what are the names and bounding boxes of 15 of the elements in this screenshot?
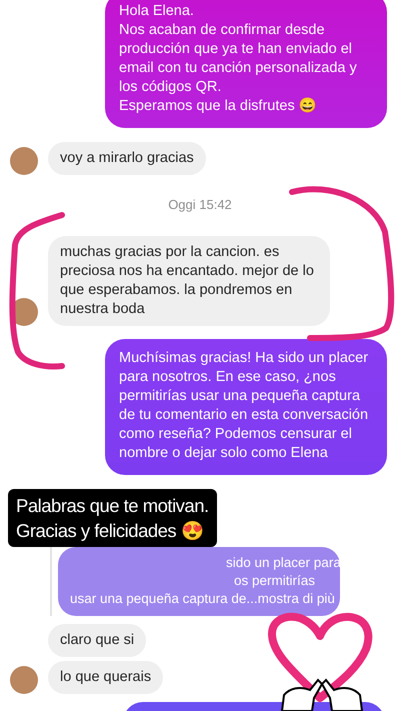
quoted-message[interactable]: sido un placer para os permitirías usar una pequeña captura de...mostra di più	[58, 547, 340, 616]
message-bubble: muchas gracias por la cancion. es preciosa nos ha encantado. mejor de lo que esperabamos. la pondremos en nuestra boda	[48, 236, 330, 326]
avatar[interactable]	[10, 147, 38, 175]
avatar[interactable]	[10, 666, 38, 694]
quoted-text: os permitirías	[234, 572, 316, 590]
message-bubble: Muchísimas gracias! Ha sido un placer para nosotros. En ese caso, ¿nos permitirías usar una pequeña captura de tu comentario en esta conversación como reseña? Podemos censurar el nombre o dejar solo como Elena	[105, 339, 387, 475]
quoted-text: usar una pequeña captura de...mostra di più	[70, 590, 335, 608]
message-bubble: Hola Elena. Nos acaban de confirmar desde producción que ya te han enviado el email con tu canción personalizada y los códigos QR. Esperamos que la disfrutes 😄	[105, 0, 387, 128]
message-bubble: voy a mirarlo gracias	[48, 142, 206, 175]
timestamp: Oggi 15:42	[167, 197, 233, 212]
quoted-text: sido un placer para	[226, 554, 341, 572]
message-bubble: claro que si	[48, 624, 146, 657]
message-bubble: lo que querais	[48, 661, 164, 694]
sticker-text: Palabras que te motivan.	[16, 494, 209, 518]
sticker-text: Gracias y felicidades 😍	[16, 519, 204, 543]
